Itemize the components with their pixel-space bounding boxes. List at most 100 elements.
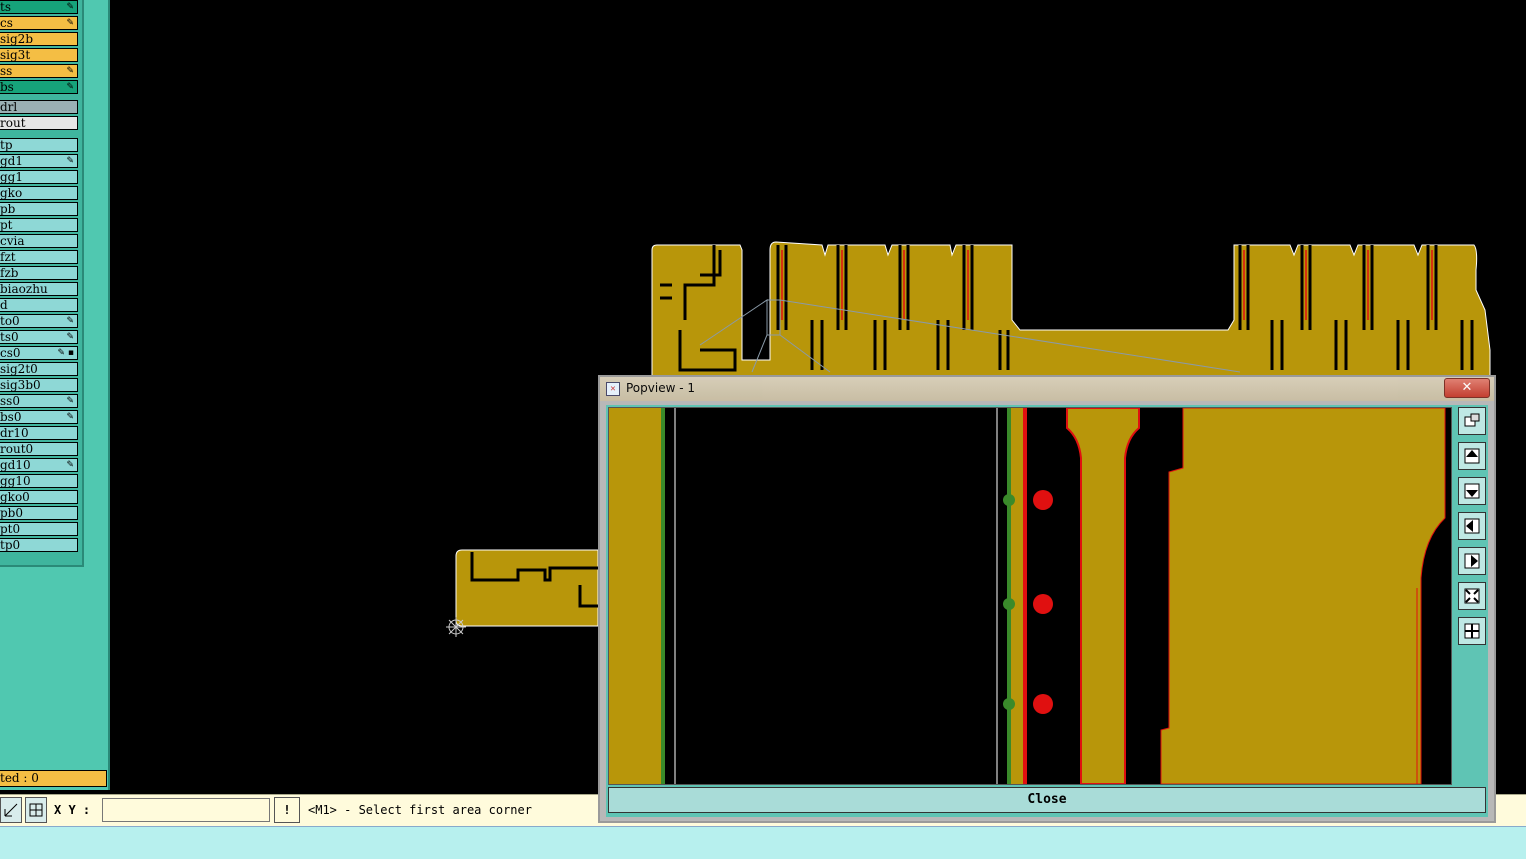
layer-row[interactable]: dr10 [0, 426, 78, 440]
layer-row[interactable]: gd1 ✎ [0, 154, 78, 168]
layer-label: to0 [0, 314, 20, 328]
layer-row[interactable]: cs0 ✎ ▪ [0, 346, 78, 360]
popview-window[interactable]: ✕ Popview - 1 ✕ Close [598, 375, 1496, 823]
layer-label: ts0 [0, 330, 19, 344]
zoom-fit-icon[interactable] [1458, 582, 1486, 610]
zoom-home-icon[interactable] [1458, 617, 1486, 645]
alert-button[interactable]: ! [274, 797, 300, 823]
edit-flag-icon: ✎ [66, 412, 74, 422]
layer-label: gko [0, 186, 23, 200]
layer-label: rout0 [0, 442, 34, 456]
selected-count: ted : 0 [0, 770, 107, 787]
xy-coordinate-input[interactable] [102, 798, 270, 822]
origin-crosshair-icon [446, 617, 466, 637]
layer-label: sig2t0 [0, 362, 38, 376]
layer-row[interactable]: sig3t [0, 48, 78, 62]
layer-row[interactable]: rout0 [0, 442, 78, 456]
edit-flag-icon: ✎ [66, 460, 74, 470]
layer-label: rout [0, 116, 26, 130]
popview-titlebar[interactable]: ✕ Popview - 1 ✕ [600, 377, 1494, 401]
layer-label: cs0 [0, 346, 21, 360]
layer-row[interactable]: fzt [0, 250, 78, 264]
layer-label: ss [0, 64, 13, 78]
layer-row[interactable]: biaozhu [0, 282, 78, 296]
layer-row[interactable]: pb [0, 202, 78, 216]
layer-label: gg1 [0, 170, 23, 184]
layer-label: gko0 [0, 490, 30, 504]
layer-row[interactable]: cs ✎ [0, 16, 78, 30]
layer-label: biaozhu [0, 282, 48, 296]
command-prompt: <M1> - Select first area corner [308, 803, 532, 817]
layer-row[interactable]: gd10 ✎ [0, 458, 78, 472]
edit-flag-icon: ✎ [66, 396, 74, 406]
layer-label: gg10 [0, 474, 31, 488]
layer-label: bs0 [0, 410, 22, 424]
layer-group-drill: drl rout [0, 100, 80, 132]
layer-row[interactable]: gg1 [0, 170, 78, 184]
layer-label: tp [0, 138, 13, 152]
layer-label: sig3b0 [0, 378, 41, 392]
edit-flag-icon: ✎ [66, 66, 74, 76]
popview-canvas[interactable] [608, 407, 1452, 785]
layer-label: pt0 [0, 522, 21, 536]
edit-flag-icon: ✎ ▪ [57, 348, 74, 358]
pan-left-icon[interactable] [1458, 512, 1486, 540]
layer-label: fzb [0, 266, 19, 280]
layer-row[interactable]: bs0 ✎ [0, 410, 78, 424]
edit-flag-icon: ✎ [66, 2, 74, 12]
layer-row[interactable]: pt [0, 218, 78, 232]
pan-right-icon[interactable] [1458, 547, 1486, 575]
layer-label: pb0 [0, 506, 23, 520]
popview-toolbar [1456, 407, 1488, 785]
layer-label: pb [0, 202, 16, 216]
layer-label: d [0, 298, 8, 312]
status-strip [0, 826, 1526, 859]
popview-title: Popview - 1 [626, 381, 695, 395]
edit-flag-icon: ✎ [66, 316, 74, 326]
layer-row[interactable]: ts0 ✎ [0, 330, 78, 344]
snap-grid-icon[interactable] [25, 797, 47, 823]
layer-label: ts [0, 0, 11, 14]
zoom-window-icon[interactable] [1458, 407, 1486, 435]
layer-row[interactable]: drl [0, 100, 78, 114]
layer-row[interactable]: ss0 ✎ [0, 394, 78, 408]
measure-icon[interactable] [0, 797, 22, 823]
layer-row[interactable]: cvia [0, 234, 78, 248]
layer-label: pt [0, 218, 13, 232]
edit-flag-icon: ✎ [66, 332, 74, 342]
close-button[interactable]: Close [608, 787, 1486, 813]
edit-flag-icon: ✎ [66, 18, 74, 28]
pan-up-icon[interactable] [1458, 442, 1486, 470]
layer-label: drl [0, 100, 18, 114]
layer-label: dr10 [0, 426, 29, 440]
layer-row[interactable]: ts ✎ [0, 0, 78, 14]
layer-row[interactable]: d [0, 298, 78, 312]
edit-flag-icon: ✎ [66, 156, 74, 166]
layer-group-signal: ts ✎ cs ✎ sig2b sig3t ss ✎ bs ✎ [0, 0, 80, 96]
layer-list: ts ✎ cs ✎ sig2b sig3t ss ✎ bs ✎ drl rout tp gd1 ✎ gg1… [0, 0, 84, 567]
pcb-outline-small [455, 549, 599, 627]
layer-row[interactable]: tp [0, 138, 78, 152]
layer-row[interactable]: to0 ✎ [0, 314, 78, 328]
layer-row[interactable]: gko [0, 186, 78, 200]
layer-row[interactable]: gko0 [0, 490, 78, 504]
layer-row[interactable]: rout [0, 116, 78, 130]
layer-row[interactable]: bs ✎ [0, 80, 78, 94]
layer-label: gd1 [0, 154, 23, 168]
edit-flag-icon: ✎ [66, 82, 74, 92]
layer-row[interactable]: pb0 [0, 506, 78, 520]
layer-row[interactable]: sig2b [0, 32, 78, 46]
layer-label: sig3t [0, 48, 31, 62]
layer-row[interactable]: pt0 [0, 522, 78, 536]
layer-label: gd10 [0, 458, 31, 472]
layer-row[interactable]: sig2t0 [0, 362, 78, 376]
layer-label: sig2b [0, 32, 33, 46]
window-close-button[interactable]: ✕ [1444, 378, 1490, 398]
xy-label: X Y : [54, 803, 91, 817]
layer-row[interactable]: tp0 [0, 538, 78, 552]
layer-row[interactable]: fzb [0, 266, 78, 280]
pan-down-icon[interactable] [1458, 477, 1486, 505]
layer-row[interactable]: ss ✎ [0, 64, 78, 78]
layer-row[interactable]: gg10 [0, 474, 78, 488]
layer-row[interactable]: sig3b0 [0, 378, 78, 392]
